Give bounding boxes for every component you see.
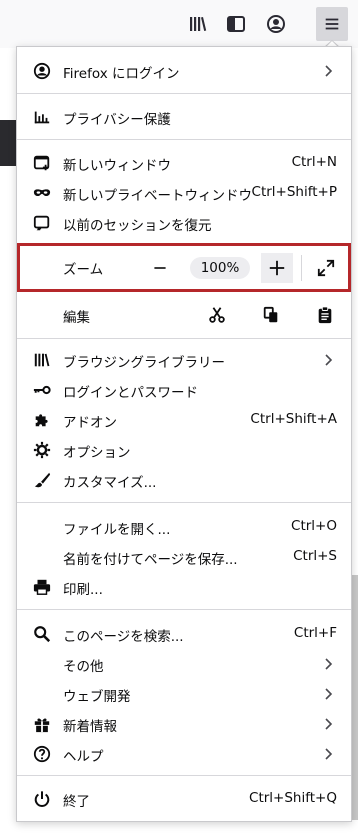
menu-item-customize[interactable]: カスタマイズ...	[17, 465, 351, 495]
menu-item-privacy[interactable]: プライバシー保護	[17, 102, 351, 132]
menu-item-save-page[interactable]: 名前を付けてページを保存... Ctrl+S	[17, 542, 351, 572]
menu-item-label: ウェブ開発	[63, 689, 131, 705]
menu-item-signin[interactable]: Firefox にログイン	[17, 56, 351, 86]
menu-item-new-window[interactable]: 新しいウィンドウ Ctrl+N	[17, 148, 351, 178]
zoom-in-button[interactable]	[261, 253, 293, 283]
zoom-label: ズーム	[63, 262, 104, 278]
chevron-right-icon	[325, 748, 333, 760]
paste-icon	[318, 306, 332, 324]
shortcut-label: Ctrl+Shift+P	[251, 184, 337, 200]
menu-item-label: ブラウジングライブラリー	[63, 355, 225, 371]
menu-item-help[interactable]: ヘルプ	[17, 739, 351, 769]
menu-item-label: 新着情報	[63, 719, 117, 735]
menu-item-label: 終了	[63, 794, 90, 810]
edit-label: 編集	[63, 310, 90, 326]
shortcut-label: Ctrl+Shift+Q	[249, 790, 337, 806]
menu-item-label: その他	[63, 659, 104, 675]
account-icon[interactable]	[264, 12, 288, 36]
help-icon	[32, 744, 52, 764]
plus-icon	[269, 260, 285, 276]
menu-item-open-file[interactable]: ファイルを開く... Ctrl+O	[17, 512, 351, 542]
menu-item-addons[interactable]: アドオン Ctrl+Shift+A	[17, 405, 351, 435]
menu-item-label: 以前のセッションを復元	[63, 218, 212, 234]
menu-item-label: アドオン	[63, 415, 117, 431]
app-menu-panel: Firefox にログイン プライバシー保護 新しいウィンドウ Ctrl+N 新…	[16, 46, 352, 822]
fullscreen-button[interactable]	[310, 253, 342, 283]
gift-icon	[32, 714, 52, 734]
shortcut-label: Ctrl+N	[291, 154, 337, 170]
separator	[17, 609, 351, 610]
menu-item-label: ファイルを開く...	[63, 522, 171, 538]
minus-icon	[154, 267, 166, 269]
separator	[17, 775, 351, 776]
scissors-icon	[209, 307, 225, 323]
chevron-right-icon	[325, 718, 333, 730]
menu-item-find[interactable]: このページを検索... Ctrl+F	[17, 619, 351, 649]
separator	[17, 502, 351, 503]
shortcut-label: Ctrl+O	[291, 518, 337, 534]
menu-item-label: このページを検索...	[63, 629, 184, 645]
menu-item-label: 名前を付けてページを保存...	[63, 552, 238, 568]
sidebar-icon[interactable]	[224, 12, 248, 36]
chevron-right-icon	[325, 658, 333, 670]
fullscreen-icon	[317, 259, 335, 277]
library-icon[interactable]	[186, 12, 210, 36]
menu-item-label: プライバシー保護	[63, 112, 171, 128]
key-icon	[32, 380, 52, 400]
library-icon	[32, 350, 52, 370]
browser-toolbar	[0, 0, 358, 48]
menu-item-library[interactable]: ブラウジングライブラリー	[17, 345, 351, 375]
zoom-out-button[interactable]	[144, 253, 176, 283]
cut-button[interactable]	[203, 301, 231, 329]
menu-item-label: オプション	[63, 445, 131, 461]
puzzle-piece-icon	[32, 410, 52, 430]
paintbrush-icon	[32, 470, 52, 490]
chevron-right-icon	[325, 354, 333, 366]
menu-item-options[interactable]: オプション	[17, 435, 351, 465]
shortcut-label: Ctrl+F	[293, 625, 337, 641]
dashboard-icon	[32, 107, 52, 127]
separator	[17, 139, 351, 140]
menu-item-restore-session[interactable]: 以前のセッションを復元	[17, 208, 351, 238]
printer-icon	[32, 577, 52, 597]
gear-icon	[32, 440, 52, 460]
zoom-controls: ズーム 100%	[17, 243, 351, 292]
power-icon	[32, 789, 52, 809]
shortcut-label: Ctrl+S	[293, 548, 337, 564]
menu-item-new-private-window[interactable]: 新しいプライベートウィンドウ Ctrl+Shift+P	[17, 178, 351, 208]
new-window-icon	[32, 153, 52, 173]
search-icon	[32, 624, 52, 644]
menu-item-label: カスタマイズ...	[63, 475, 157, 491]
menu-item-whats-new[interactable]: 新着情報	[17, 709, 351, 739]
menu-item-label: ログインとパスワード	[63, 385, 198, 401]
zoom-reset-button[interactable]: 100%	[190, 257, 250, 279]
chevron-right-icon	[325, 688, 333, 700]
separator	[17, 93, 351, 94]
menu-item-label: Firefox にログイン	[63, 66, 180, 82]
hamburger-menu-button[interactable]	[316, 7, 348, 41]
menu-item-print[interactable]: 印刷...	[17, 572, 351, 602]
chevron-right-icon	[325, 65, 333, 77]
private-mask-icon	[32, 183, 52, 203]
menu-item-quit[interactable]: 終了 Ctrl+Shift+Q	[17, 784, 351, 814]
menu-item-label: ヘルプ	[63, 749, 104, 765]
menu-item-logins[interactable]: ログインとパスワード	[17, 375, 351, 405]
restore-session-icon	[32, 213, 52, 233]
separator	[17, 338, 351, 339]
hamburger-menu-icon	[325, 18, 339, 30]
copy-button[interactable]	[257, 301, 285, 329]
zoom-divider	[301, 255, 302, 281]
copy-icon	[263, 306, 278, 323]
menu-item-label: 新しいプライベートウィンドウ	[63, 188, 252, 204]
menu-item-web-developer[interactable]: ウェブ開発	[17, 679, 351, 709]
shortcut-label: Ctrl+Shift+A	[250, 411, 337, 427]
account-icon	[32, 61, 52, 81]
paste-button[interactable]	[311, 301, 339, 329]
menu-item-more[interactable]: その他	[17, 649, 351, 679]
menu-item-label: 印刷...	[63, 582, 103, 598]
menu-item-label: 新しいウィンドウ	[63, 158, 171, 174]
